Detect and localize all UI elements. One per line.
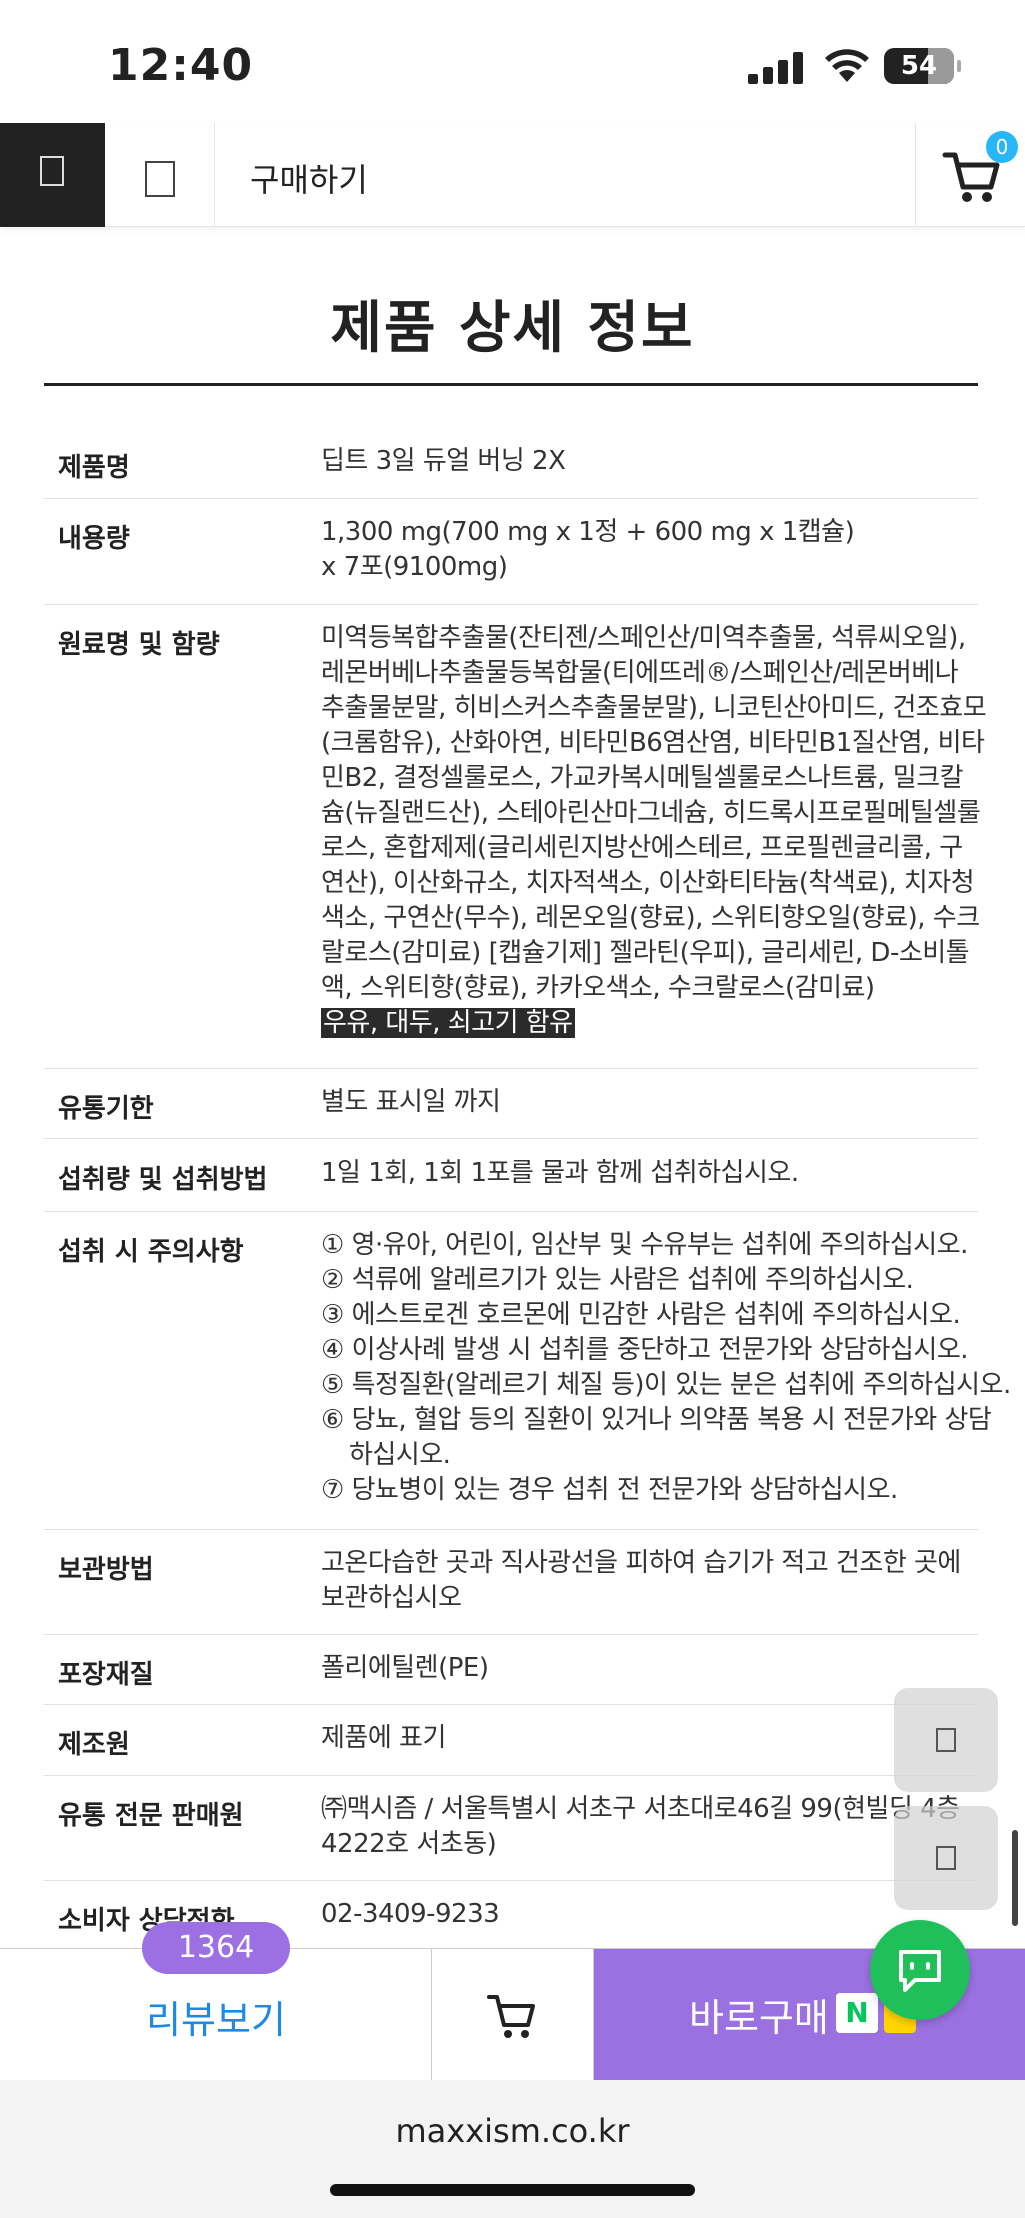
row-label: 제품명 xyxy=(58,453,130,483)
table-row: 섭취량 및 섭취방법 1일 1회, 1회 1포를 물과 함께 섭취하십시오. xyxy=(44,1139,978,1212)
row-value: 폴리에틸렌(PE) xyxy=(321,1653,489,1683)
add-to-cart-button[interactable] xyxy=(432,1949,594,2081)
row-value: 1,300 mg(700 mg x 1정 + 600 mg x 1캡슐) x 7… xyxy=(321,517,855,582)
table-row: 제품명 딥트 3일 듀얼 버닝 2X xyxy=(44,428,978,499)
row-value: 1일 1회, 1회 1포를 물과 함께 섭취하십시오. xyxy=(321,1158,799,1188)
row-label: 유통 전문 판매원 xyxy=(58,1801,244,1831)
row-value: 별도 표시일 까지 xyxy=(321,1087,501,1117)
menu-icon xyxy=(40,156,64,186)
table-row: 섭취 시 주의사항 ① 영·유아, 어린이, 임산부 및 수유부는 섭취에 주의… xyxy=(44,1212,1011,1530)
row-label: 보관방법 xyxy=(58,1555,154,1585)
row-label: 포장재질 xyxy=(58,1660,154,1690)
scroll-top-button[interactable] xyxy=(894,1688,998,1792)
battery-icon: 54 xyxy=(884,48,961,84)
section-heading: 제품 상세 정보 xyxy=(330,296,695,361)
status-bar: 12:40 54 xyxy=(0,0,1025,123)
table-row: 보관방법 고온다습한 곳과 직사광선을 피하여 습기가 적고 건조한 곳에 보관… xyxy=(44,1530,978,1635)
cellular-signal-icon xyxy=(748,52,803,84)
row-label: 섭취량 및 섭취방법 xyxy=(58,1165,268,1195)
row-value: 미역등복합추출물(잔티젠/스페인산/미역추출물, 석류씨오일), 레몬버베나추출… xyxy=(321,623,987,1038)
scroll-bottom-button[interactable] xyxy=(894,1806,998,1910)
home-indicator xyxy=(330,2184,695,2196)
buy-now-label: 바로구매 xyxy=(689,1996,829,2040)
product-info-table: 제품명 딥트 3일 듀얼 버닝 2X 내용량 1,300 mg(700 mg x… xyxy=(44,428,1011,1951)
row-label: 섭취 시 주의사항 xyxy=(58,1237,244,1267)
row-label: 원료명 및 함량 xyxy=(58,630,220,660)
review-button-label: 리뷰보기 xyxy=(146,1998,286,2042)
table-row: 제조원 제품에 표기 xyxy=(44,1705,978,1776)
row-value: ① 영·유아, 어린이, 임산부 및 수유부는 섭취에 주의하십시오. ② 석류… xyxy=(321,1230,1011,1505)
cart-button[interactable]: 0 xyxy=(915,123,1025,227)
allergy-highlight: 우유, 대두, 쇠고기 함유 xyxy=(321,1008,575,1038)
scroll-top-icon xyxy=(936,1728,956,1752)
row-value: 고온다습한 곳과 직사광선을 피하여 습기가 적고 건조한 곳에 보관하십시오 xyxy=(321,1548,961,1613)
row-value: 딥트 3일 듀얼 버닝 2X xyxy=(321,446,566,476)
page-title: 구매하기 xyxy=(250,161,368,199)
table-row: 내용량 1,300 mg(700 mg x 1정 + 600 mg x 1캡슐)… xyxy=(44,499,978,605)
top-nav: 구매하기 0 xyxy=(0,123,1025,227)
back-button[interactable] xyxy=(105,123,215,227)
naver-pay-icon: N xyxy=(836,1993,878,2033)
scroll-bottom-icon xyxy=(936,1846,956,1870)
table-row: 포장재질 폴리에틸렌(PE) xyxy=(44,1635,978,1705)
cart-icon xyxy=(487,1995,535,2038)
battery-level: 54 xyxy=(900,51,938,81)
row-label: 제조원 xyxy=(58,1730,130,1760)
table-row: 유통기한 별도 표시일 까지 xyxy=(44,1069,978,1139)
heading-divider xyxy=(44,383,978,386)
wifi-icon xyxy=(825,49,869,82)
chat-icon xyxy=(899,1950,941,1992)
table-row: 원료명 및 함량 미역등복합추출물(잔티젠/스페인산/미역추출물, 석류씨오일)… xyxy=(44,605,987,1069)
cart-count-badge: 0 xyxy=(986,131,1018,163)
table-row: 유통 전문 판매원 ㈜맥시즘 / 서울특별시 서초구 서초대로46길 99(현빌… xyxy=(44,1776,978,1881)
chat-button[interactable] xyxy=(870,1920,970,2020)
status-time: 12:40 xyxy=(108,40,254,91)
browser-url-bar[interactable]: maxxism.co.kr xyxy=(0,2080,1025,2218)
row-label: 내용량 xyxy=(58,524,130,554)
menu-button[interactable] xyxy=(0,123,105,227)
scrollbar[interactable] xyxy=(1012,1830,1018,1926)
review-count-badge: 1364 xyxy=(142,1922,290,1974)
row-label: 유통기한 xyxy=(58,1094,154,1124)
back-icon xyxy=(145,161,175,197)
url-text: maxxism.co.kr xyxy=(395,2112,630,2150)
